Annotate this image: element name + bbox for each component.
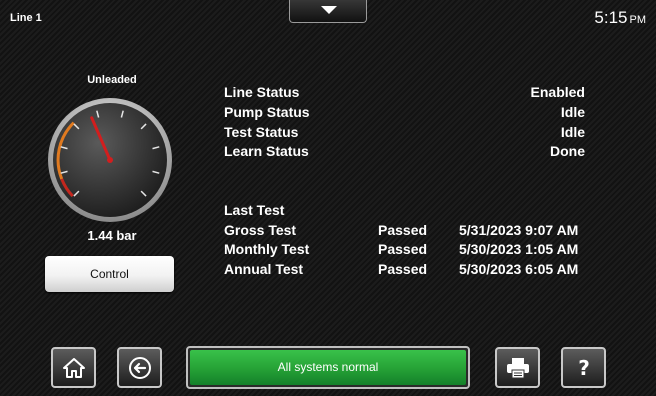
test-label: Monthly Test xyxy=(224,241,310,257)
clock-ampm: PM xyxy=(629,14,647,26)
status-label: Line Status xyxy=(224,84,300,100)
test-label: Annual Test xyxy=(224,261,304,277)
clock: 5:15 PM xyxy=(594,8,646,28)
status-message: All systems normal xyxy=(190,350,466,385)
status-value: Idle xyxy=(560,104,585,120)
home-button[interactable] xyxy=(51,347,96,388)
line-title: Line 1 xyxy=(10,12,42,24)
test-result: Passed xyxy=(378,261,428,277)
print-button[interactable] xyxy=(495,347,540,388)
help-icon: ? xyxy=(578,357,590,379)
status-value: Idle xyxy=(560,124,585,140)
status-label: Learn Status xyxy=(224,143,309,159)
gauge-reading: 1.44 bar xyxy=(87,228,137,243)
test-datetime: 5/31/2023 9:07 AM xyxy=(459,222,579,238)
test-datetime: 5/30/2023 1:05 AM xyxy=(459,241,579,257)
pulldown-tab[interactable] xyxy=(289,0,367,23)
status-value: Enabled xyxy=(530,84,585,100)
pressure-gauge xyxy=(48,98,172,222)
svg-text:?: ? xyxy=(578,357,590,379)
status-value: Done xyxy=(550,143,585,159)
back-icon xyxy=(128,356,151,379)
status-label: Pump Status xyxy=(224,104,310,120)
last-test-heading: Last Test xyxy=(224,202,285,218)
status-bar: All systems normal xyxy=(186,346,470,389)
test-result: Passed xyxy=(378,222,428,238)
clock-time: 5:15 xyxy=(594,8,628,27)
test-datetime: 5/30/2023 6:05 AM xyxy=(459,261,579,277)
gauge-title: Unleaded xyxy=(87,74,137,86)
control-button[interactable]: Control xyxy=(45,256,174,292)
test-label: Gross Test xyxy=(224,222,297,238)
printer-icon xyxy=(506,357,529,378)
help-button[interactable]: ? xyxy=(561,347,606,388)
chevron-down-icon xyxy=(321,6,337,14)
back-button[interactable] xyxy=(117,347,162,388)
home-icon xyxy=(62,357,85,378)
status-label: Test Status xyxy=(224,124,299,140)
test-result: Passed xyxy=(378,241,428,257)
